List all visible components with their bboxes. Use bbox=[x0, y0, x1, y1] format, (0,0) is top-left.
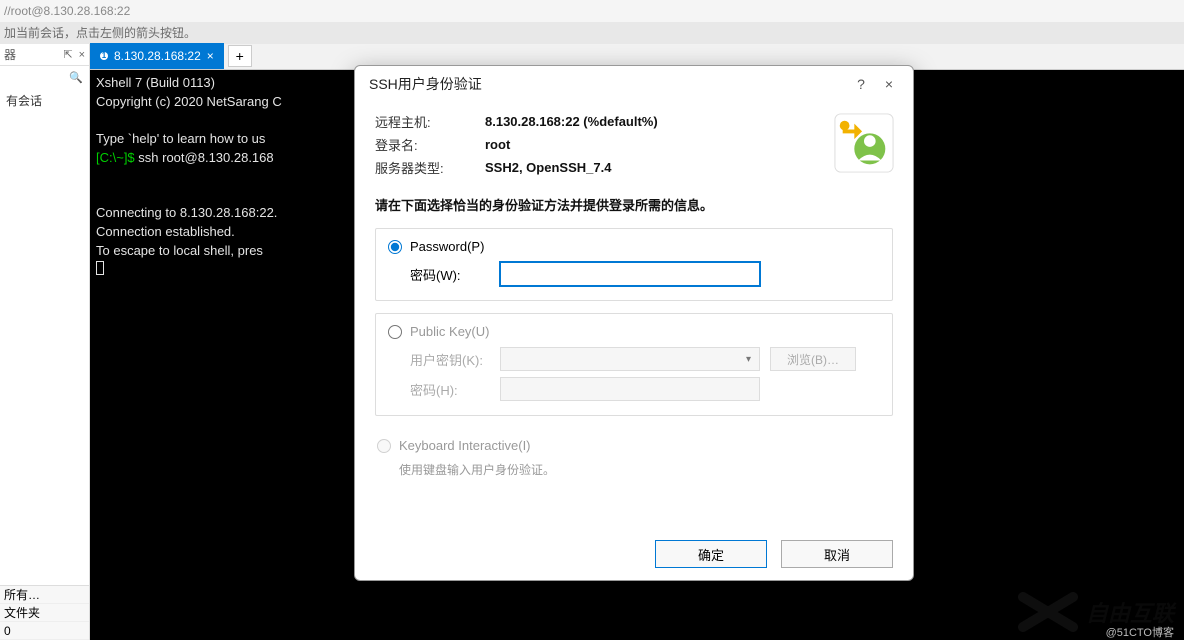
panel-footer-folder[interactable]: 文件夹 bbox=[0, 604, 89, 622]
term-line: Copyright (c) 2020 NetSarang C bbox=[96, 94, 282, 109]
userkey-label: 用户密钥(K): bbox=[410, 350, 490, 369]
info-login: 登录名: root bbox=[375, 135, 893, 154]
term-line: Xshell 7 (Build 0113) bbox=[96, 75, 215, 90]
tab-index-icon: 1 bbox=[100, 52, 108, 60]
password-field-row: 密码(W): bbox=[410, 262, 880, 286]
panel-body: 有会话 bbox=[0, 88, 89, 585]
ki-hint: 使用键盘输入用户身份验证。 bbox=[399, 461, 881, 478]
radio-password[interactable]: Password(P) bbox=[388, 239, 880, 254]
dialog-titlebar: SSH用户身份验证 ? × bbox=[355, 66, 913, 102]
term-cmd: ssh root@8.130.28.168 bbox=[138, 150, 273, 165]
pin-icon[interactable]: ⇱ bbox=[63, 48, 72, 61]
chevron-down-icon: ▾ bbox=[746, 354, 755, 365]
info-type-value: SSH2, OpenSSH_7.4 bbox=[485, 160, 611, 175]
auth-publickey-group: Public Key(U) 用户密钥(K): ▾ 浏览(B)… 密码(H): bbox=[375, 313, 893, 416]
panel-footer-all[interactable]: 所有… bbox=[0, 586, 89, 604]
helper-bar: 加当前会话，点击左侧的箭头按钮。 bbox=[0, 22, 1184, 44]
panel-footer: 所有… 文件夹 0 bbox=[0, 585, 89, 640]
info-login-value: root bbox=[485, 137, 510, 152]
panel-close-icon[interactable]: × bbox=[79, 49, 85, 61]
radio-password-input[interactable] bbox=[388, 240, 402, 254]
term-line: To escape to local shell, pres bbox=[96, 243, 263, 258]
info-login-label: 登录名: bbox=[375, 135, 485, 154]
tab-close-icon[interactable]: × bbox=[207, 49, 214, 63]
ssh-auth-dialog: SSH用户身份验证 ? × 远程主机: 8.130.28.168:22 (%de… bbox=[354, 65, 914, 581]
panel-label: 器 bbox=[4, 46, 57, 63]
password-label: 密码(W): bbox=[410, 265, 490, 284]
userkey-field-row: 用户密钥(K): ▾ 浏览(B)… bbox=[410, 347, 880, 371]
term-line: Connection established. bbox=[96, 224, 235, 239]
dialog-footer: 确定 取消 bbox=[355, 528, 913, 580]
info-type: 服务器类型: SSH2, OpenSSH_7.4 bbox=[375, 158, 893, 177]
panel-toolbar: 器 ⇱ × bbox=[0, 44, 89, 66]
term-line: Type `help' to learn how to us bbox=[96, 131, 265, 146]
watermark-x-icon bbox=[1018, 592, 1078, 632]
window-titlebar: //root@8.130.28.168:22 bbox=[0, 0, 1184, 22]
pk-password-field-row: 密码(H): bbox=[410, 377, 880, 401]
tab-active[interactable]: 1 8.130.28.168:22 × bbox=[90, 43, 224, 69]
info-host-label: 远程主机: bbox=[375, 112, 485, 131]
radio-ki-label: Keyboard Interactive(I) bbox=[399, 438, 531, 453]
radio-password-label: Password(P) bbox=[410, 239, 484, 254]
auth-password-group: Password(P) 密码(W): bbox=[375, 228, 893, 301]
panel-search: 🔍 bbox=[0, 66, 89, 88]
cancel-button[interactable]: 取消 bbox=[781, 540, 893, 568]
pk-password-input[interactable] bbox=[500, 377, 760, 401]
term-line: Connecting to 8.130.28.168:22. bbox=[96, 205, 277, 220]
browse-button[interactable]: 浏览(B)… bbox=[770, 347, 856, 371]
info-host-value: 8.130.28.168:22 (%default%) bbox=[485, 114, 658, 129]
search-icon[interactable]: 🔍 bbox=[69, 71, 83, 84]
term-prompt: [C:\~]$ bbox=[96, 150, 138, 165]
radio-ki[interactable]: Keyboard Interactive(I) bbox=[377, 438, 881, 453]
dialog-instruction: 请在下面选择恰当的身份验证方法并提供登录所需的信息。 bbox=[375, 195, 893, 214]
radio-publickey-input[interactable] bbox=[388, 325, 402, 339]
dialog-title: SSH用户身份验证 bbox=[369, 74, 847, 94]
radio-publickey-label: Public Key(U) bbox=[410, 324, 489, 339]
ok-button[interactable]: 确定 bbox=[655, 540, 767, 568]
dialog-help-button[interactable]: ? bbox=[847, 76, 875, 92]
tab-add-button[interactable]: + bbox=[228, 45, 252, 67]
auth-ki-group: Keyboard Interactive(I) 使用键盘输入用户身份验证。 bbox=[375, 428, 893, 492]
panel-footer-count: 0 bbox=[0, 622, 89, 640]
tab-label: 8.130.28.168:22 bbox=[114, 49, 201, 63]
cursor-icon bbox=[96, 261, 104, 275]
radio-publickey[interactable]: Public Key(U) bbox=[388, 324, 880, 339]
session-panel: 器 ⇱ × 🔍 有会话 所有… 文件夹 0 bbox=[0, 44, 90, 640]
caption: @51CTO博客 bbox=[1106, 624, 1174, 640]
password-input[interactable] bbox=[500, 262, 760, 286]
userkey-combo[interactable]: ▾ bbox=[500, 347, 760, 371]
radio-ki-input[interactable] bbox=[377, 439, 391, 453]
pk-password-label: 密码(H): bbox=[410, 380, 490, 399]
dialog-close-button[interactable]: × bbox=[875, 76, 903, 92]
dialog-body: 远程主机: 8.130.28.168:22 (%default%) 登录名: r… bbox=[355, 102, 913, 528]
info-type-label: 服务器类型: bbox=[375, 158, 485, 177]
user-key-icon bbox=[833, 112, 895, 174]
info-host: 远程主机: 8.130.28.168:22 (%default%) bbox=[375, 112, 893, 131]
